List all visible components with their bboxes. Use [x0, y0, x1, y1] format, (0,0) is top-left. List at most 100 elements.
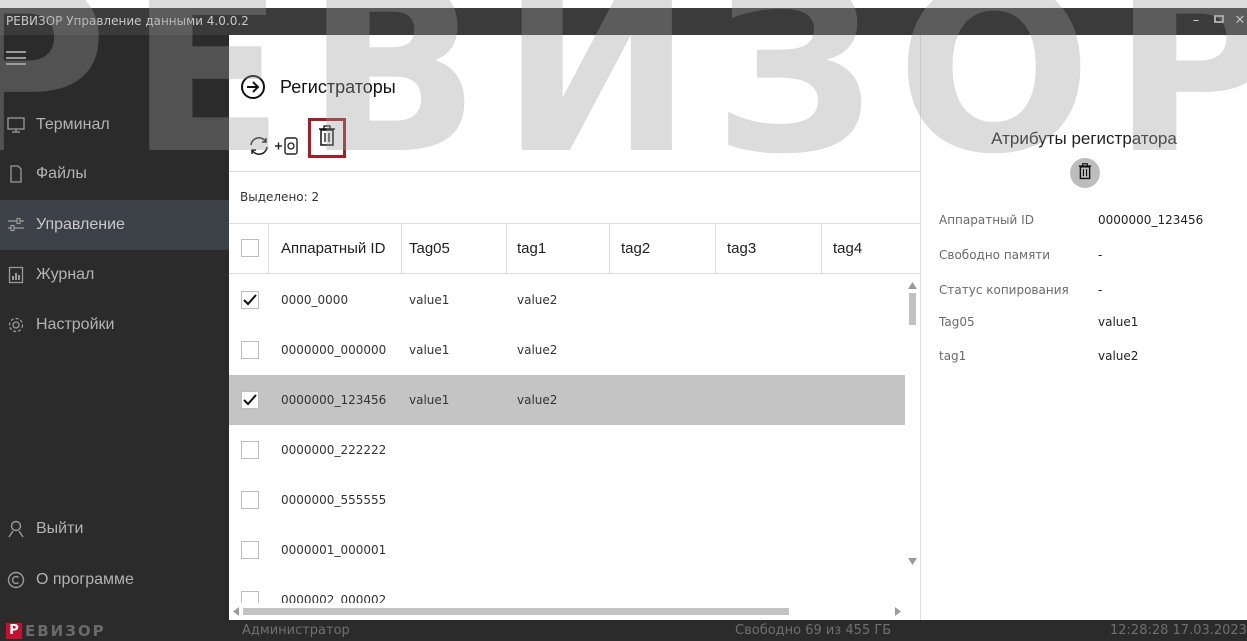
column-header-tag3[interactable]: tag3 — [727, 223, 756, 274]
row-checkbox[interactable] — [241, 291, 259, 309]
column-separator — [821, 223, 822, 274]
page-header: Регистраторы — [241, 75, 396, 99]
row-checkbox[interactable] — [241, 541, 259, 559]
main-panel: Регистраторы Выделено: 2 Аппаратный ID T… — [229, 35, 920, 620]
brand-text: ЕВИЗОР — [25, 622, 106, 640]
attribute-key: Аппаратный ID — [939, 213, 1034, 227]
files-icon — [7, 165, 25, 183]
vertical-scrollbar[interactable] — [906, 275, 919, 605]
column-header-id[interactable]: Аппаратный ID — [281, 223, 385, 274]
attribute-key: tag1 — [939, 349, 967, 363]
column-separator — [609, 223, 610, 274]
attribute-value: value1 — [1098, 315, 1139, 329]
terminal-icon — [7, 116, 25, 134]
column-separator — [268, 223, 269, 274]
toolbar-divider — [229, 171, 920, 172]
title-bar: РЕВИЗОР Управление данными 4.0.0.2 – ✕ — [0, 8, 1247, 35]
attribute-value: - — [1098, 283, 1103, 297]
cell-id: 0000002_000002 — [281, 593, 387, 603]
header-bottom-border — [229, 273, 920, 274]
table-row[interactable]: 0000000_222222 — [229, 425, 905, 475]
row-checkbox[interactable] — [241, 391, 259, 409]
attribute-row: Tag05 value1 — [939, 315, 1239, 335]
table-row[interactable]: 0000000_123456 value1 value2 — [229, 375, 905, 425]
window-title: РЕВИЗОР Управление данными 4.0.0.2 — [6, 14, 249, 28]
minimize-icon[interactable]: – — [1186, 12, 1206, 30]
copyright-icon — [7, 571, 25, 589]
column-separator — [506, 223, 507, 274]
attributes-panel: Атрибуты регистратора Аппаратный ID 0000… — [921, 35, 1247, 620]
menu-icon[interactable] — [6, 51, 26, 65]
checkmark-icon — [243, 291, 257, 310]
delete-button[interactable] — [308, 118, 346, 158]
attribute-key: Статус копирования — [939, 283, 1069, 297]
sidebar-item-files[interactable]: Файлы — [0, 149, 229, 199]
table-row[interactable]: 0000_0000 value1 value2 — [229, 275, 905, 325]
column-header-tag4[interactable]: tag4 — [833, 223, 862, 274]
column-separator — [715, 223, 716, 274]
trash-icon — [1078, 162, 1092, 184]
row-checkbox[interactable] — [241, 491, 259, 509]
select-all-checkbox[interactable] — [241, 239, 259, 257]
attribute-row: Аппаратный ID 0000000_123456 — [939, 213, 1239, 233]
sidebar-item-management[interactable]: Управление — [0, 200, 229, 250]
table-header: Аппаратный ID Tag05 tag1 tag2 tag3 tag4 — [229, 223, 920, 274]
selected-count: Выделено: 2 — [240, 190, 320, 204]
attribute-key: Свободно памяти — [939, 248, 1051, 262]
cell-tag05: value1 — [409, 393, 450, 407]
close-icon[interactable]: ✕ — [1230, 12, 1247, 30]
column-header-tag1[interactable]: tag1 — [517, 223, 546, 274]
table-row[interactable]: 0000000_555555 — [229, 475, 905, 525]
cell-id: 0000000_222222 — [281, 443, 387, 457]
horizontal-scrollbar[interactable] — [229, 603, 905, 616]
page-title: Регистраторы — [280, 76, 396, 97]
user-icon — [7, 520, 25, 538]
delete-attributes-button[interactable] — [1070, 158, 1100, 188]
arrow-right-icon[interactable] — [241, 75, 265, 99]
sidebar-item-settings[interactable]: Настройки — [0, 300, 229, 350]
sidebar-item-label: Выйти — [36, 520, 84, 537]
column-header-tag2[interactable]: tag2 — [621, 223, 650, 274]
attributes-title: Атрибуты регистратора — [991, 129, 1177, 148]
column-separator — [401, 223, 402, 274]
attribute-value: value2 — [1098, 349, 1139, 363]
current-user: Администратор — [242, 623, 350, 638]
row-checkbox[interactable] — [241, 441, 259, 459]
caption-strip — [0, 0, 1247, 8]
free-space: Свободно 69 из 455 ГБ — [735, 623, 892, 638]
attribute-row: Свободно памяти - — [939, 248, 1239, 268]
sidebar-item-logout[interactable]: Выйти — [0, 504, 229, 554]
sidebar-item-terminal[interactable]: Терминал — [0, 100, 229, 150]
attribute-row: Статус копирования - — [939, 283, 1239, 303]
sidebar-item-label: Журнал — [36, 266, 95, 283]
sidebar-item-about[interactable]: О программе — [0, 555, 229, 605]
row-checkbox[interactable] — [241, 341, 259, 359]
sliders-icon — [7, 216, 25, 234]
add-registrator-button[interactable] — [273, 136, 303, 160]
cell-tag1: value2 — [517, 343, 558, 357]
table-row[interactable]: 0000000_000000 value1 value2 — [229, 325, 905, 375]
table-row[interactable]: 0000001_000001 — [229, 525, 905, 575]
row-checkbox[interactable] — [241, 591, 259, 603]
attribute-value: - — [1098, 248, 1103, 262]
cell-id: 0000000_123456 — [281, 393, 387, 407]
checkmark-icon — [243, 391, 257, 410]
cell-tag1: value2 — [517, 393, 558, 407]
cell-tag05: value1 — [409, 293, 450, 307]
column-header-tag05[interactable]: Tag05 — [409, 223, 450, 274]
datetime: 12:28:28 17.03.2023 — [1110, 623, 1247, 638]
journal-icon — [7, 266, 25, 284]
maximize-icon[interactable] — [1209, 12, 1229, 30]
cell-tag05: value1 — [409, 343, 450, 357]
sidebar-item-label: Терминал — [36, 116, 110, 133]
refresh-icon — [247, 135, 271, 161]
table-row[interactable]: 0000002_000002 — [229, 575, 905, 603]
attribute-value: 0000000_123456 — [1098, 213, 1204, 227]
sidebar-item-label: Настройки — [36, 316, 115, 333]
cell-id: 0000_0000 — [281, 293, 349, 307]
cell-id: 0000000_555555 — [281, 493, 387, 507]
refresh-button[interactable] — [247, 135, 271, 161]
cell-id: 0000001_000001 — [281, 543, 387, 557]
cell-id: 0000000_000000 — [281, 343, 387, 357]
sidebar-item-journal[interactable]: Журнал — [0, 250, 229, 300]
